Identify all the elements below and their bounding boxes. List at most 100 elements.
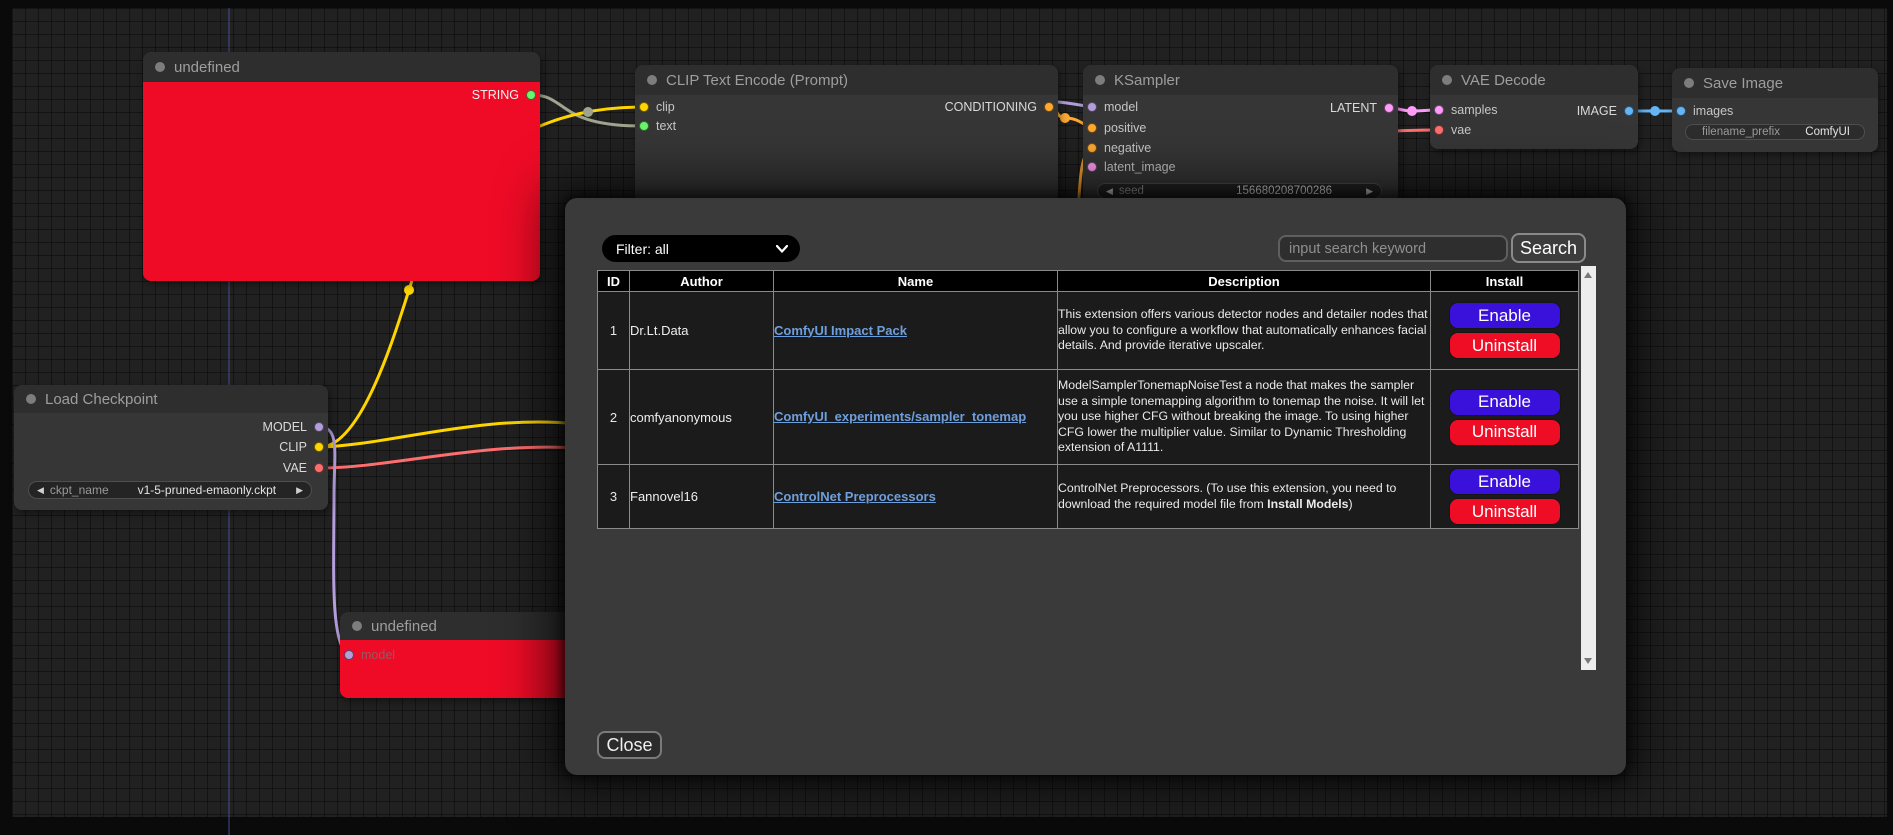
- widget-right-arrow-icon[interactable]: ▶: [1366, 186, 1373, 197]
- output-slot-vae[interactable]: VAE: [283, 458, 324, 478]
- table-scrollbar[interactable]: [1581, 266, 1596, 670]
- collapse-dot-icon[interactable]: [352, 621, 362, 631]
- uninstall-button[interactable]: Uninstall: [1449, 332, 1561, 359]
- uninstall-button[interactable]: Uninstall: [1449, 419, 1561, 446]
- output-slot-conditioning[interactable]: CONDITIONING: [945, 97, 1054, 117]
- col-header-author: Author: [630, 271, 774, 292]
- clip-input-port[interactable]: [639, 102, 649, 112]
- table-row: 2 comfyanonymous ComfyUI_experiments/sam…: [598, 370, 1579, 465]
- col-header-description: Description: [1058, 271, 1431, 292]
- collapse-dot-icon[interactable]: [26, 394, 36, 404]
- table-row: 1 Dr.Lt.Data ComfyUI Impact Pack This ex…: [598, 292, 1579, 370]
- collapse-dot-icon[interactable]: [1442, 75, 1452, 85]
- input-slot-model[interactable]: model: [1087, 97, 1138, 117]
- enable-button[interactable]: Enable: [1449, 302, 1561, 329]
- enable-button[interactable]: Enable: [1449, 389, 1561, 416]
- widget-right-arrow-icon[interactable]: ▶: [296, 485, 303, 496]
- vae-input-port[interactable]: [1434, 125, 1444, 135]
- input-slot-samples[interactable]: samples: [1434, 100, 1498, 120]
- node-clip-text-encode[interactable]: CLIP Text Encode (Prompt) clip text COND…: [635, 65, 1058, 215]
- node-undefined-bottom[interactable]: undefined model: [340, 612, 575, 698]
- node-title-bar[interactable]: VAE Decode: [1430, 65, 1638, 95]
- node-save-image[interactable]: Save Image images filename_prefix ComfyU…: [1672, 68, 1878, 152]
- negative-input-port[interactable]: [1087, 143, 1097, 153]
- node-ksampler[interactable]: KSampler model positive negative latent_…: [1083, 65, 1398, 205]
- input-slot-images[interactable]: images: [1676, 101, 1733, 121]
- widget-left-arrow-icon[interactable]: ◀: [1106, 186, 1113, 197]
- enable-button[interactable]: Enable: [1449, 468, 1561, 495]
- input-slot-model[interactable]: model: [344, 645, 395, 665]
- output-slot-image[interactable]: IMAGE: [1577, 101, 1634, 121]
- latent-image-input-port[interactable]: [1087, 162, 1097, 172]
- input-slot-positive[interactable]: positive: [1087, 118, 1146, 138]
- cell-author: Fannovel16: [630, 465, 774, 529]
- col-header-id: ID: [598, 271, 630, 292]
- filename-prefix-widget[interactable]: filename_prefix ComfyUI: [1685, 124, 1865, 140]
- node-vae-decode[interactable]: VAE Decode samples vae IMAGE: [1430, 65, 1638, 149]
- output-slot-latent[interactable]: LATENT: [1330, 98, 1394, 118]
- latent-output-port[interactable]: [1384, 103, 1394, 113]
- scroll-up-icon[interactable]: [1584, 272, 1592, 278]
- extension-manager-dialog: Filter: all Search ID Author Name Descri…: [565, 198, 1626, 775]
- node-body-error: [143, 82, 540, 281]
- collapse-dot-icon[interactable]: [1095, 75, 1105, 85]
- extension-link[interactable]: ComfyUI_experiments/sampler_tonemap: [774, 409, 1026, 424]
- ckpt-name-widget[interactable]: ◀ ckpt_name v1-5-pruned-emaonly.ckpt ▶: [28, 481, 312, 499]
- node-title-bar[interactable]: KSampler: [1083, 65, 1398, 95]
- output-slot-string[interactable]: STRING: [472, 85, 536, 105]
- chevron-down-icon: [776, 245, 788, 253]
- collapse-dot-icon[interactable]: [155, 62, 165, 72]
- model-input-port[interactable]: [1087, 102, 1097, 112]
- search-input[interactable]: [1278, 235, 1508, 262]
- cell-description: ModelSamplerTonemapNoiseTest a node that…: [1058, 370, 1431, 465]
- model-output-port[interactable]: [314, 422, 324, 432]
- node-title: CLIP Text Encode (Prompt): [666, 72, 848, 89]
- conditioning-output-port[interactable]: [1044, 102, 1054, 112]
- cell-description: ControlNet Preprocessors. (To use this e…: [1058, 465, 1431, 529]
- seed-widget[interactable]: ◀ seed 156680208700286 ▶: [1097, 183, 1382, 199]
- output-slot-model[interactable]: MODEL: [263, 417, 324, 437]
- positive-input-port[interactable]: [1087, 123, 1097, 133]
- cell-description: This extension offers various detector n…: [1058, 292, 1431, 370]
- node-title-bar[interactable]: CLIP Text Encode (Prompt): [635, 65, 1058, 95]
- input-slot-latent-image[interactable]: latent_image: [1087, 157, 1176, 177]
- input-slot-text[interactable]: text: [639, 116, 676, 136]
- node-title-bar[interactable]: Load Checkpoint: [14, 385, 328, 413]
- filter-dropdown[interactable]: Filter: all: [602, 235, 800, 262]
- node-title: VAE Decode: [1461, 72, 1546, 89]
- collapse-dot-icon[interactable]: [647, 75, 657, 85]
- extension-link[interactable]: ControlNet Preprocessors: [774, 489, 936, 504]
- cell-name: ControlNet Preprocessors: [774, 465, 1058, 529]
- images-input-port[interactable]: [1676, 106, 1686, 116]
- input-slot-clip[interactable]: clip: [639, 97, 675, 117]
- extension-link[interactable]: ComfyUI Impact Pack: [774, 323, 907, 338]
- node-title: Load Checkpoint: [45, 391, 158, 408]
- col-header-name: Name: [774, 271, 1058, 292]
- image-output-port[interactable]: [1624, 106, 1634, 116]
- widget-left-arrow-icon[interactable]: ◀: [37, 485, 44, 496]
- scroll-down-icon[interactable]: [1584, 658, 1592, 664]
- uninstall-button[interactable]: Uninstall: [1449, 498, 1561, 525]
- input-slot-negative[interactable]: negative: [1087, 138, 1151, 158]
- output-slot-clip[interactable]: CLIP: [279, 437, 324, 457]
- string-output-port[interactable]: [526, 90, 536, 100]
- vae-output-port[interactable]: [314, 463, 324, 473]
- search-button[interactable]: Search: [1511, 233, 1586, 263]
- cell-id: 2: [598, 370, 630, 465]
- node-title-bar[interactable]: undefined: [143, 52, 540, 82]
- cell-name: ComfyUI_experiments/sampler_tonemap: [774, 370, 1058, 465]
- node-load-checkpoint[interactable]: Load Checkpoint MODEL CLIP VAE ◀ ckpt_na…: [14, 385, 328, 510]
- node-title-bar[interactable]: Save Image: [1672, 68, 1878, 98]
- input-slot-vae[interactable]: vae: [1434, 120, 1471, 140]
- text-input-port[interactable]: [639, 121, 649, 131]
- close-button[interactable]: Close: [597, 731, 662, 759]
- table-header-row: ID Author Name Description Install: [598, 271, 1579, 292]
- samples-input-port[interactable]: [1434, 105, 1444, 115]
- collapse-dot-icon[interactable]: [1684, 78, 1694, 88]
- table-row: 3 Fannovel16 ControlNet Preprocessors Co…: [598, 465, 1579, 529]
- node-title: undefined: [371, 618, 437, 635]
- model-input-port[interactable]: [344, 650, 354, 660]
- node-undefined-top[interactable]: undefined STRING: [143, 52, 540, 281]
- clip-output-port[interactable]: [314, 442, 324, 452]
- node-title-bar[interactable]: undefined: [340, 612, 575, 640]
